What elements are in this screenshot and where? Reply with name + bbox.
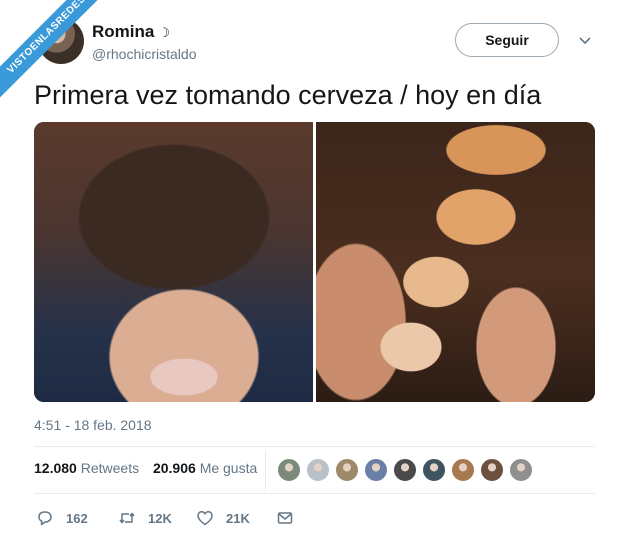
message-button[interactable]: [276, 508, 294, 528]
divider-bottom: [34, 493, 595, 494]
liker-avatar[interactable]: [364, 458, 388, 482]
liker-avatar[interactable]: [422, 458, 446, 482]
follow-button[interactable]: Seguir: [455, 23, 559, 57]
envelope-icon: [277, 512, 293, 524]
divider-top: [34, 446, 595, 447]
tweet-stats: 12.080 Retweets 20.906 Me gusta: [34, 460, 257, 476]
photo-boy-tasting[interactable]: [34, 122, 313, 402]
liker-avatar[interactable]: [277, 458, 301, 482]
liker-avatar[interactable]: [509, 458, 533, 482]
watermark-text: VISTOENLASREDES: [0, 0, 115, 103]
heart-icon: [197, 511, 213, 526]
liker-avatar[interactable]: [451, 458, 475, 482]
reply-button[interactable]: 162: [36, 508, 88, 528]
tweet-media[interactable]: [34, 122, 595, 402]
like-count: 21K: [226, 510, 250, 526]
liker-avatar[interactable]: [335, 458, 359, 482]
liker-avatar[interactable]: [306, 458, 330, 482]
stats-separator: [265, 450, 266, 492]
liker-avatar[interactable]: [393, 458, 417, 482]
retweet-count: 12K: [148, 510, 172, 526]
watermark: VISTOENLASREDES: [0, 0, 120, 120]
reply-icon: [38, 511, 52, 526]
tweet-timestamp[interactable]: 4:51 - 18 feb. 2018: [34, 417, 152, 433]
like-button[interactable]: 21K: [196, 508, 250, 528]
moon-icon: ☽: [158, 25, 170, 40]
photo-man-drinking-cups[interactable]: [316, 122, 595, 402]
likes-label[interactable]: Me gusta: [200, 460, 258, 476]
retweet-button[interactable]: 12K: [118, 508, 172, 528]
chevron-down-icon[interactable]: [578, 33, 592, 47]
retweets-label[interactable]: Retweets: [81, 460, 139, 476]
reply-count: 162: [66, 510, 88, 526]
retweet-icon: [119, 512, 135, 524]
likes-count[interactable]: 20.906: [153, 460, 196, 476]
retweets-count[interactable]: 12.080: [34, 460, 77, 476]
liker-avatar[interactable]: [480, 458, 504, 482]
